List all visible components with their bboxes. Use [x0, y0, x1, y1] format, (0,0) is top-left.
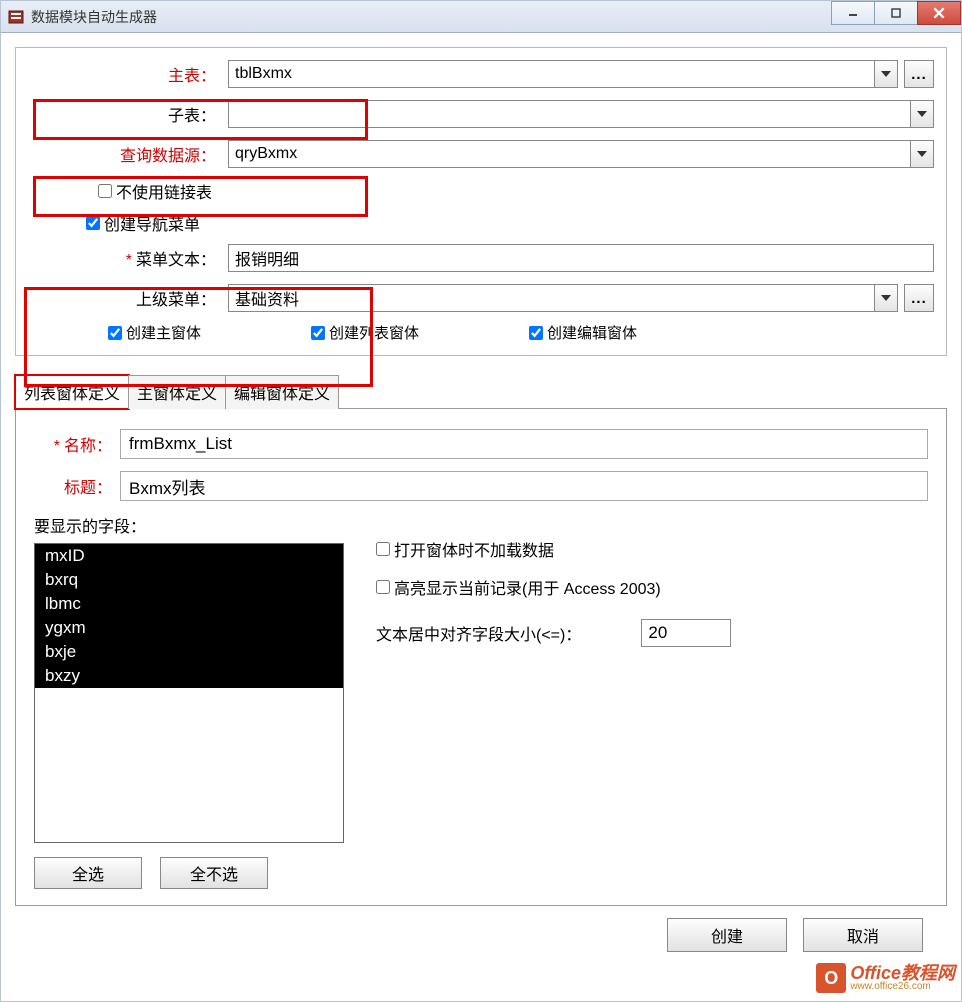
list-item[interactable]: bxje	[35, 640, 343, 664]
sub-table-label: 子表：	[28, 102, 228, 126]
watermark-icon: O	[816, 963, 846, 993]
list-item[interactable]: bxrq	[35, 568, 343, 592]
tab-main-form-def[interactable]: 主窗体定义	[128, 375, 226, 409]
dropdown-icon[interactable]	[910, 100, 934, 128]
main-table-browse-button[interactable]: ...	[904, 60, 934, 88]
create-nav-checkbox[interactable]	[86, 216, 100, 230]
create-edit-form-check[interactable]: 创建编辑窗体	[529, 322, 637, 343]
fields-listbox[interactable]: mxIDbxrqlbmcygxmbxjebxzy	[34, 543, 344, 843]
no-load-checkbox[interactable]	[376, 542, 390, 556]
no-link-table-label: 不使用链接表	[116, 179, 212, 203]
highlight-label: 高亮显示当前记录(用于 Access 2003)	[394, 575, 661, 599]
dropdown-icon[interactable]	[874, 284, 898, 312]
parent-menu-input[interactable]	[228, 284, 874, 312]
parent-menu-label: 上级菜单：	[28, 286, 228, 310]
create-button[interactable]: 创建	[667, 918, 787, 952]
close-button[interactable]	[917, 1, 961, 25]
dropdown-icon[interactable]	[874, 60, 898, 88]
tab-strip: 列表窗体定义 主窗体定义 编辑窗体定义	[15, 374, 947, 409]
parent-menu-combo[interactable]	[228, 284, 898, 312]
query-input[interactable]	[228, 140, 910, 168]
main-table-label: 主表：	[28, 62, 228, 86]
tab-list-form-def[interactable]: 列表窗体定义	[15, 375, 129, 409]
tab-body: *名称： 标题： 要显示的字段： mxIDbxrqlbmcygxmbxjebxz…	[15, 409, 947, 906]
no-link-table-checkbox[interactable]	[98, 184, 112, 198]
sub-table-input[interactable]	[228, 100, 910, 128]
sub-table-combo[interactable]	[228, 100, 934, 128]
query-combo[interactable]	[228, 140, 934, 168]
highlight-checkbox[interactable]	[376, 580, 390, 594]
titlebar: 数据模块自动生成器	[1, 1, 961, 33]
name-label: *名称：	[34, 432, 120, 456]
list-item[interactable]: bxzy	[35, 664, 343, 688]
top-panel: 主表： ... 子表： 查询数据源：	[15, 47, 947, 356]
tab-edit-form-def[interactable]: 编辑窗体定义	[225, 375, 339, 409]
align-input[interactable]	[641, 619, 731, 647]
list-item[interactable]: ygxm	[35, 616, 343, 640]
watermark: O Office教程网 www.office26.com	[816, 963, 955, 993]
create-list-form-check[interactable]: 创建列表窗体	[311, 322, 419, 343]
list-item[interactable]: mxID	[35, 544, 343, 568]
name-input[interactable]	[120, 429, 928, 459]
window-title: 数据模块自动生成器	[31, 7, 157, 27]
list-item[interactable]: lbmc	[35, 592, 343, 616]
select-all-button[interactable]: 全选	[34, 857, 142, 889]
maximize-button[interactable]	[874, 1, 918, 25]
parent-menu-browse-button[interactable]: ...	[904, 284, 934, 312]
no-load-label: 打开窗体时不加载数据	[394, 537, 554, 561]
query-label: 查询数据源：	[28, 142, 228, 166]
minimize-button[interactable]	[831, 1, 875, 25]
align-label: 文本居中对齐字段大小(<=)：	[376, 621, 581, 645]
create-main-form-check[interactable]: 创建主窗体	[108, 322, 201, 343]
main-table-input[interactable]	[228, 60, 874, 88]
menu-text-label: *菜单文本：	[28, 246, 228, 270]
select-none-button[interactable]: 全不选	[160, 857, 268, 889]
create-nav-label: 创建导航菜单	[104, 211, 200, 235]
title-input[interactable]	[120, 471, 928, 501]
menu-text-input[interactable]	[228, 244, 934, 272]
title-label: 标题：	[34, 474, 120, 498]
cancel-button[interactable]: 取消	[803, 918, 923, 952]
main-table-combo[interactable]	[228, 60, 898, 88]
app-icon	[7, 8, 25, 26]
dropdown-icon[interactable]	[910, 140, 934, 168]
fields-label: 要显示的字段：	[34, 513, 344, 537]
